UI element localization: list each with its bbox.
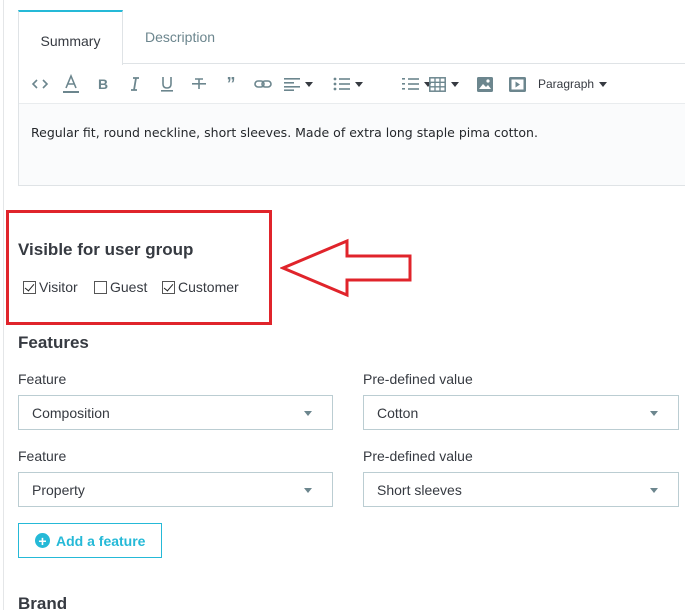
- feature-select-value: Property: [32, 481, 85, 498]
- chevron-down-icon: [599, 81, 608, 87]
- page-left-border: [3, 0, 4, 610]
- chevron-down-icon: [355, 81, 363, 87]
- features-title: Features: [18, 333, 89, 352]
- chevron-down-icon: [304, 488, 312, 493]
- checkbox-unchecked-icon[interactable]: [94, 280, 107, 294]
- checkbox-visitor[interactable]: Visitor: [23, 278, 78, 296]
- media-icon[interactable]: [506, 73, 528, 95]
- image-icon[interactable]: [474, 73, 496, 95]
- checkbox-checked-icon[interactable]: [23, 280, 36, 294]
- checkbox-customer[interactable]: Customer: [162, 278, 239, 296]
- feature-select[interactable]: Composition: [18, 395, 333, 430]
- feature-label: Feature: [18, 371, 67, 387]
- editor-text: Regular fit, round neckline, short sleev…: [31, 125, 538, 140]
- editor-toolbar: B ” Paragraph: [19, 64, 685, 104]
- checkbox-customer-label: Customer: [178, 279, 239, 295]
- text-color-icon[interactable]: [60, 73, 82, 95]
- tab-bar: Summary Description: [18, 10, 685, 65]
- checkbox-checked-icon[interactable]: [162, 280, 175, 294]
- predefined-value-select-value: Short sleeves: [377, 481, 462, 498]
- chevron-down-icon: [304, 411, 312, 416]
- predefined-value-label: Pre-defined value: [363, 371, 473, 387]
- align-icon[interactable]: [284, 73, 324, 95]
- add-feature-label: Add a feature: [56, 532, 146, 549]
- tab-summary[interactable]: Summary: [18, 10, 123, 65]
- brand-title: Brand: [18, 594, 68, 610]
- paragraph-format-dropdown[interactable]: Paragraph: [538, 73, 618, 95]
- add-feature-button[interactable]: + Add a feature: [18, 523, 162, 558]
- italic-icon[interactable]: [124, 73, 146, 95]
- checkbox-visitor-label: Visitor: [39, 279, 78, 295]
- editor-content-area[interactable]: Regular fit, round neckline, short sleev…: [19, 104, 685, 185]
- link-icon[interactable]: [252, 73, 274, 95]
- bold-icon[interactable]: B: [92, 73, 114, 95]
- code-view-icon[interactable]: [29, 73, 51, 95]
- feature-select-value: Composition: [32, 404, 110, 421]
- strikethrough-icon[interactable]: [188, 73, 210, 95]
- table-icon[interactable]: [429, 73, 469, 95]
- chevron-down-icon: [650, 411, 658, 416]
- feature-label: Feature: [18, 448, 67, 464]
- chevron-down-icon: [305, 81, 313, 87]
- checkbox-guest-label: Guest: [110, 279, 148, 295]
- bullet-list-icon[interactable]: [333, 73, 373, 95]
- chevron-down-icon: [650, 488, 658, 493]
- feature-select[interactable]: Property: [18, 472, 333, 507]
- checkbox-guest[interactable]: Guest: [94, 278, 147, 296]
- rich-text-editor: B ” Paragraph Regular fit, round necklin…: [18, 64, 685, 186]
- predefined-value-label: Pre-defined value: [363, 448, 473, 464]
- plus-circle-icon: +: [35, 533, 50, 548]
- predefined-value-select[interactable]: Cotton: [363, 395, 679, 430]
- blockquote-icon[interactable]: ”: [220, 73, 242, 95]
- predefined-value-select-value: Cotton: [377, 404, 419, 421]
- arrow-left-icon: [280, 238, 412, 298]
- tab-description[interactable]: Description: [123, 10, 237, 64]
- chevron-down-icon: [451, 81, 459, 87]
- paragraph-format-label: Paragraph: [538, 77, 595, 91]
- predefined-value-select[interactable]: Short sleeves: [363, 472, 679, 507]
- highlight-annotation-box: [6, 210, 272, 325]
- user-group-title: Visible for user group: [18, 240, 194, 259]
- underline-icon[interactable]: [156, 73, 178, 95]
